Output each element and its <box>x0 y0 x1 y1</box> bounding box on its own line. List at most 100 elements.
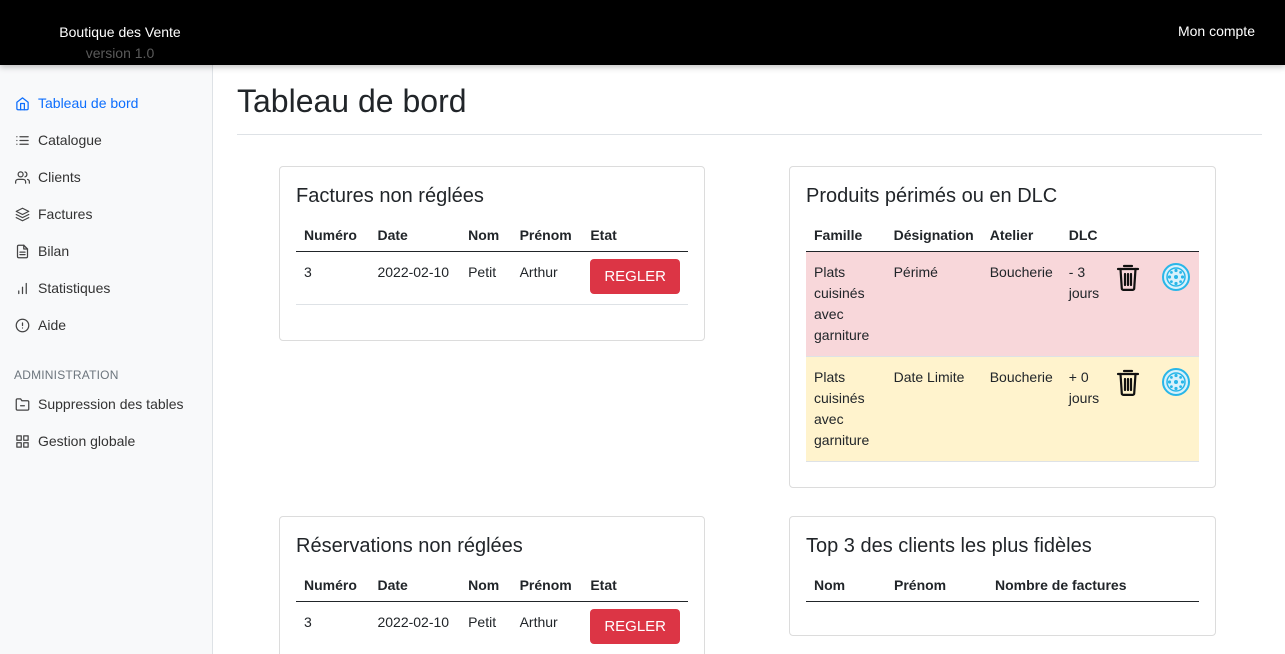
table-row: 3 2022-02-10 Petit Arthur REGLER <box>296 251 688 305</box>
sidebar-item-clients[interactable]: Clients <box>14 166 81 188</box>
sidebar-item-label: Aide <box>38 317 67 333</box>
card-reservations-non-reglees: Réservations non réglées Numéro Date Nom… <box>279 516 705 654</box>
cell-numero: 3 <box>296 251 370 305</box>
col-header-famille: Famille <box>806 220 886 252</box>
cell-date: 2022-02-10 <box>369 601 461 654</box>
col-header-numero: Numéro <box>296 570 370 602</box>
sidebar-item-statistiques[interactable]: Statistiques <box>14 277 110 299</box>
brand[interactable]: Boutique des Vente version 1.0 <box>0 23 240 62</box>
table-header-row: Numéro Date Nom Prénom Etat <box>296 220 688 252</box>
title-divider <box>237 134 1262 135</box>
sidebar-item-suppression-des-tables[interactable]: Suppression des tables <box>14 393 184 415</box>
cell-dlc: + 0 jours <box>1060 356 1108 462</box>
sidebar-item-label: Gestion globale <box>38 433 136 449</box>
cell-etat: REGLER <box>582 251 688 305</box>
trash-icon[interactable] <box>1115 367 1141 397</box>
main-content: Tableau de bord Factures non réglées Num… <box>213 65 1285 654</box>
cell-atelier: Boucherie <box>981 251 1061 357</box>
cell-numero: 3 <box>296 601 370 654</box>
sidebar-item-label: Bilan <box>38 243 70 259</box>
table-header-row: Numéro Date Nom Prénom Etat <box>296 570 688 602</box>
sidebar-item-bilan[interactable]: Bilan <box>14 240 69 262</box>
wheel-icon[interactable] <box>1161 262 1191 292</box>
col-header-action <box>1153 220 1199 252</box>
card-title: Factures non réglées <box>296 185 484 207</box>
col-header-prenom: Prénom <box>886 570 987 602</box>
table-header-row: Nom Prénom Nombre de factures <box>806 570 1199 602</box>
cell-atelier: Boucherie <box>981 356 1061 462</box>
card-title: Top 3 des clients les plus fidèles <box>806 535 1092 557</box>
col-header-nom: Nom <box>460 220 512 252</box>
file-text-icon <box>14 243 30 259</box>
col-header-nom: Nom <box>806 570 886 602</box>
card-top-clients: Top 3 des clients les plus fidèles Nom P… <box>789 516 1216 636</box>
home-icon <box>14 95 30 111</box>
cell-prenom: Arthur <box>511 251 583 305</box>
cell-designation: Date Limite <box>885 356 982 462</box>
sidebar-item-label: Catalogue <box>38 132 102 148</box>
cell-famille: Plats cuisinés avec garniture <box>806 251 886 357</box>
page-title: Tableau de bord <box>237 83 467 119</box>
brand-name: Boutique des Vente <box>59 24 181 40</box>
cell-prenom: Arthur <box>511 601 583 654</box>
card-title: Produits périmés ou en DLC <box>806 185 1058 207</box>
cell-designation: Périmé <box>885 251 982 357</box>
col-header-date: Date <box>369 570 461 602</box>
table-row: Plats cuisinés avec garniture Périmé Bou… <box>806 251 1199 357</box>
col-header-prenom: Prénom <box>511 570 583 602</box>
cell-dlc: - 3 jours <box>1060 251 1108 357</box>
card-factures-non-reglees: Factures non réglées Numéro Date Nom Pré… <box>279 166 705 341</box>
top-clients-table: Nom Prénom Nombre de factures <box>806 570 1199 602</box>
sidebar-item-label: Tableau de bord <box>38 95 139 111</box>
users-icon <box>14 169 30 185</box>
sidebar: Tableau de bord Catalogue Clients Factur… <box>0 65 213 654</box>
cell-delete <box>1107 251 1153 357</box>
cell-action <box>1153 356 1199 462</box>
folder-icon <box>14 396 30 412</box>
table-row: 3 2022-02-10 Petit Arthur REGLER <box>296 601 688 654</box>
col-header-etat: Etat <box>582 220 688 252</box>
trash-icon[interactable] <box>1115 262 1141 292</box>
alert-circle-icon <box>14 317 30 333</box>
version-label: version 1.0 <box>85 45 155 61</box>
sidebar-item-label: Statistiques <box>38 280 111 296</box>
wheel-icon[interactable] <box>1161 367 1191 397</box>
sidebar-item-label: Factures <box>38 206 93 222</box>
bar-chart-icon <box>14 280 30 296</box>
regler-button[interactable]: REGLER <box>590 259 680 294</box>
cell-etat: REGLER <box>582 601 688 654</box>
cell-date: 2022-02-10 <box>369 251 461 305</box>
cell-delete <box>1107 356 1153 462</box>
col-header-etat: Etat <box>582 570 688 602</box>
cell-nom: Petit <box>460 251 512 305</box>
reservations-table: Numéro Date Nom Prénom Etat 3 2022-02-10… <box>296 570 688 654</box>
sidebar-item-catalogue[interactable]: Catalogue <box>14 129 102 151</box>
sidebar-item-label: Suppression des tables <box>38 396 184 412</box>
sidebar-item-aide[interactable]: Aide <box>14 314 66 336</box>
sidebar-item-factures[interactable]: Factures <box>14 203 92 225</box>
layers-icon <box>14 206 30 222</box>
sidebar-item-label: Clients <box>38 169 81 185</box>
table-header-row: Famille Désignation Atelier DLC <box>806 220 1199 252</box>
account-link[interactable]: Mon compte <box>1178 23 1255 39</box>
col-header-atelier: Atelier <box>981 220 1061 252</box>
col-header-dlc: DLC <box>1060 220 1108 252</box>
card-title: Réservations non réglées <box>296 535 523 557</box>
produits-table: Famille Désignation Atelier DLC Plats cu… <box>806 220 1199 462</box>
list-icon <box>14 132 30 148</box>
col-header-numero: Numéro <box>296 220 370 252</box>
cell-nom: Petit <box>460 601 512 654</box>
cell-action <box>1153 251 1199 357</box>
col-header-nombre-factures: Nombre de factures <box>987 570 1199 602</box>
factures-table: Numéro Date Nom Prénom Etat 3 2022-02-10… <box>296 220 688 305</box>
sidebar-heading-administration: ADMINISTRATION <box>14 368 119 382</box>
card-produits-perimes: Produits périmés ou en DLC Famille Désig… <box>789 166 1216 488</box>
col-header-date: Date <box>369 220 461 252</box>
sidebar-item-gestion-globale[interactable]: Gestion globale <box>14 430 135 452</box>
cell-famille: Plats cuisinés avec garniture <box>806 356 886 462</box>
col-header-designation: Désignation <box>885 220 982 252</box>
table-row: Plats cuisinés avec garniture Date Limit… <box>806 356 1199 462</box>
sidebar-item-tableau-de-bord[interactable]: Tableau de bord <box>14 92 138 114</box>
regler-button[interactable]: REGLER <box>590 609 680 644</box>
top-navbar: Boutique des Vente version 1.0 Mon compt… <box>0 0 1285 65</box>
